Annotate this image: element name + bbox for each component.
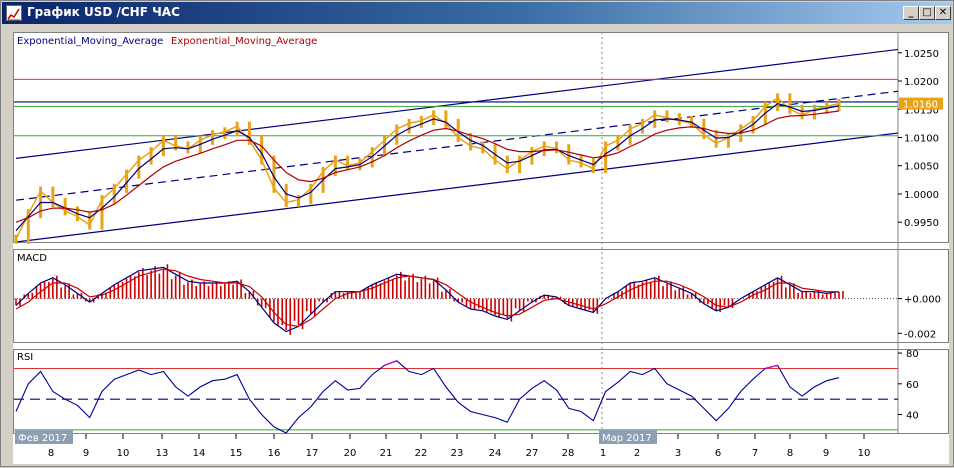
price-tick-label: 1.0050: [904, 162, 939, 173]
time-tick-label: 8: [48, 448, 54, 459]
time-tick-label: 16: [268, 448, 281, 459]
window-title: График USD /CHF ЧАС: [27, 5, 180, 19]
price-tick-label: 1.0000: [904, 190, 939, 201]
time-tick-label: 22: [415, 448, 428, 459]
time-tick-label: 8: [787, 448, 793, 459]
macd-panel[interactable]: [13, 249, 949, 343]
ema-label-fast: Exponential_Moving_Average: [17, 36, 163, 47]
rsi-tick-label: 40: [906, 411, 919, 422]
chart-area[interactable]: Exponential_Moving_Average Exponential_M…: [13, 32, 949, 464]
chart-window: График USD /CHF ЧАС _ □ ✕ Exponential_Mo…: [0, 0, 954, 467]
time-tick-label: 10: [858, 448, 871, 459]
time-tick-label: 14: [193, 448, 206, 459]
chart-window-icon: [6, 5, 22, 21]
time-tick-label: 7: [752, 448, 758, 459]
rsi-label: RSI: [17, 352, 33, 363]
time-tick-label: 9: [83, 448, 89, 459]
macd-label: MACD: [17, 253, 47, 264]
macd-tick-label: -0.002: [904, 329, 936, 340]
time-tick-label: 15: [230, 448, 243, 459]
chart-svg[interactable]: Exponential_Moving_Average Exponential_M…: [13, 32, 949, 464]
time-tick-label: 17: [306, 448, 319, 459]
time-axis-area: [13, 434, 949, 464]
title-bar[interactable]: График USD /CHF ЧАС _ □ ✕: [2, 2, 952, 24]
close-button[interactable]: ✕: [935, 6, 951, 20]
maximize-button[interactable]: □: [919, 6, 935, 20]
time-tick-label: 2: [634, 448, 640, 459]
time-tick-label: 27: [526, 448, 539, 459]
time-tick-label: 9: [823, 448, 829, 459]
time-tick-label: 20: [344, 448, 357, 459]
time-tick-label: 24: [489, 448, 502, 459]
current-price-label: 1.0160: [903, 100, 938, 111]
time-tick-label: 3: [675, 448, 681, 459]
price-tick-label: 1.0250: [904, 49, 939, 60]
period-label-text: Мар 2017: [602, 433, 652, 444]
price-tick-label: 1.0200: [904, 77, 939, 88]
time-tick-label: 28: [562, 448, 575, 459]
rsi-tick-label: 60: [906, 380, 919, 391]
ema-label-slow: Exponential_Moving_Average: [171, 36, 317, 47]
time-tick-label: 1: [600, 448, 606, 459]
price-tick-label: 0.9950: [904, 218, 939, 229]
time-tick-label: 21: [380, 448, 393, 459]
rsi-tick-label: 80: [906, 349, 919, 360]
time-tick-label: 10: [117, 448, 130, 459]
time-tick-label: 6: [715, 448, 721, 459]
time-tick-label: 23: [451, 448, 464, 459]
minimize-button[interactable]: _: [903, 6, 919, 20]
macd-tick-label: +0.000: [904, 295, 941, 306]
time-tick-label: 13: [156, 448, 169, 459]
period-label-text: Фев 2017: [18, 433, 67, 444]
price-tick-label: 1.0100: [904, 134, 939, 145]
